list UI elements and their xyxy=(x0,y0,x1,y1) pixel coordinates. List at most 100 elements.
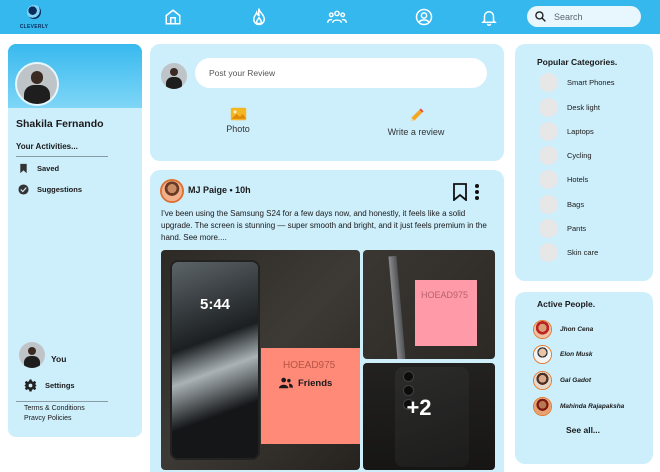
profile-icon[interactable] xyxy=(415,8,433,26)
settings-label: Settings xyxy=(45,380,75,390)
active-people-heading: Active People. xyxy=(537,299,596,309)
more-options-icon[interactable] xyxy=(472,183,482,201)
feed-post: MJ Paige • 10h I've been using the Samsu… xyxy=(150,170,504,472)
category-item[interactable]: Skin care xyxy=(539,242,598,262)
category-item[interactable]: Desk light xyxy=(539,97,600,117)
settings-button[interactable]: Settings xyxy=(24,378,75,392)
phone-side-image xyxy=(388,255,406,359)
pencil-icon xyxy=(410,108,424,122)
category-label: Pants xyxy=(567,223,587,233)
person-avatar xyxy=(533,396,552,416)
logo-mark-icon xyxy=(27,5,41,19)
category-label: Laptops xyxy=(567,126,594,136)
you-avatar[interactable] xyxy=(19,342,45,368)
phone-clock: 5:44 xyxy=(199,296,231,313)
sidebar-item-label: Saved xyxy=(37,163,60,173)
category-label: Desk light xyxy=(567,102,600,112)
post-photo-secondary[interactable]: HOEAD975 xyxy=(363,250,495,359)
post-photo-main[interactable]: 5:44 HOEAD975 Friends xyxy=(161,250,360,470)
review-composer: Photo Write a review xyxy=(150,44,504,161)
activities-divider xyxy=(16,156,108,157)
category-label: Bags xyxy=(567,199,585,209)
person-name: Jhon Cena xyxy=(560,325,594,333)
sticky-note-handwriting: HOEAD975 xyxy=(421,290,469,300)
photo-button[interactable]: Photo xyxy=(218,107,258,141)
category-image xyxy=(539,169,558,189)
bookmark-post-icon[interactable] xyxy=(452,183,468,201)
category-item[interactable]: Hotels xyxy=(539,169,588,189)
top-navigation-bar: CLEVERLY xyxy=(0,0,660,34)
category-item[interactable]: Laptops xyxy=(539,121,594,141)
write-review-label: Write a review xyxy=(387,127,445,137)
sidebar-item-saved[interactable]: Saved xyxy=(18,161,59,175)
post-author-name: MJ Paige xyxy=(188,185,228,195)
post-text: I've been using the Samsung S24 for a fe… xyxy=(161,209,487,243)
notifications-bell-icon[interactable] xyxy=(480,8,498,26)
composer-avatar xyxy=(161,63,187,89)
phone-image: 5:44 xyxy=(170,260,260,460)
active-person[interactable]: Jhon Cena xyxy=(533,319,593,339)
search-bar[interactable] xyxy=(527,6,641,27)
sidebar-item-suggestions[interactable]: Suggestions xyxy=(18,182,82,196)
privacy-link[interactable]: Pravcy Policies xyxy=(24,415,71,422)
gear-icon xyxy=(24,379,37,391)
person-avatar xyxy=(533,344,552,364)
person-name: Mahinda Rajapaksha xyxy=(560,402,625,410)
bookmark-icon xyxy=(20,163,27,173)
category-item[interactable]: Pants xyxy=(539,218,586,238)
post-photo-more[interactable]: +2 xyxy=(363,363,495,470)
see-all-link[interactable]: See all... xyxy=(566,425,600,435)
category-label: Smart Phones xyxy=(567,77,615,87)
terms-link[interactable]: Terms & Conditions xyxy=(24,405,85,412)
active-person[interactable]: Elon Musk xyxy=(533,344,593,364)
footer-divider xyxy=(16,401,108,402)
category-image xyxy=(539,121,558,141)
person-avatar xyxy=(533,319,552,339)
sticky-note-handwriting: HOEAD975 xyxy=(283,360,336,371)
logo-text: CLEVERLY xyxy=(19,24,49,30)
category-image xyxy=(539,194,558,214)
category-label: Hotels xyxy=(567,174,589,184)
more-photos-count: +2 xyxy=(363,363,495,470)
friends-tag[interactable]: Friends xyxy=(279,377,332,389)
active-person[interactable]: Gal Gadot xyxy=(533,370,591,390)
category-item[interactable]: Smart Phones xyxy=(539,72,615,92)
profile-name[interactable]: Shakila Fernando xyxy=(16,118,104,130)
search-icon xyxy=(535,11,546,22)
search-input[interactable] xyxy=(554,9,634,24)
trending-fire-icon[interactable] xyxy=(250,7,268,26)
sticky-note-pink: HOEAD975 xyxy=(415,280,477,346)
you-label[interactable]: You xyxy=(51,354,66,364)
activities-heading: Your Activities... xyxy=(16,142,78,151)
category-item[interactable]: Cycling xyxy=(539,145,592,165)
category-label: Skin care xyxy=(567,247,599,257)
category-image xyxy=(539,218,558,238)
photo-label: Photo xyxy=(226,124,250,134)
category-image xyxy=(539,145,558,165)
write-review-button[interactable]: Write a review xyxy=(380,107,452,141)
category-item[interactable]: Bags xyxy=(539,194,584,214)
person-name: Elon Musk xyxy=(560,350,593,358)
person-name: Gal Gadot xyxy=(560,376,592,384)
photo-icon xyxy=(230,107,246,121)
active-person[interactable]: Mahinda Rajapaksha xyxy=(533,396,624,416)
review-input-wrapper[interactable] xyxy=(195,58,487,88)
review-input[interactable] xyxy=(195,58,487,88)
home-icon[interactable] xyxy=(164,8,182,26)
post-author-avatar[interactable] xyxy=(160,179,184,203)
sidebar-item-label: Suggestions xyxy=(37,184,83,194)
groups-icon[interactable] xyxy=(327,8,347,26)
sticky-note: HOEAD975 xyxy=(261,348,360,444)
profile-sidebar: Shakila Fernando Your Activities... Save… xyxy=(8,44,142,437)
popular-categories-panel: Popular Categories. Smart Phones Desk li… xyxy=(515,44,653,281)
person-avatar xyxy=(533,370,552,390)
categories-heading: Popular Categories. xyxy=(537,57,618,67)
post-time: 10h xyxy=(235,185,251,195)
profile-avatar[interactable] xyxy=(15,62,59,106)
post-author-line[interactable]: MJ Paige • 10h xyxy=(188,185,251,195)
category-image xyxy=(539,72,558,92)
friends-label: Friends xyxy=(298,377,333,389)
cleverly-logo[interactable]: CLEVERLY xyxy=(16,3,52,33)
category-label: Cycling xyxy=(567,150,592,160)
active-people-panel: Active People. Jhon Cena Elon Musk Gal G… xyxy=(515,292,653,464)
